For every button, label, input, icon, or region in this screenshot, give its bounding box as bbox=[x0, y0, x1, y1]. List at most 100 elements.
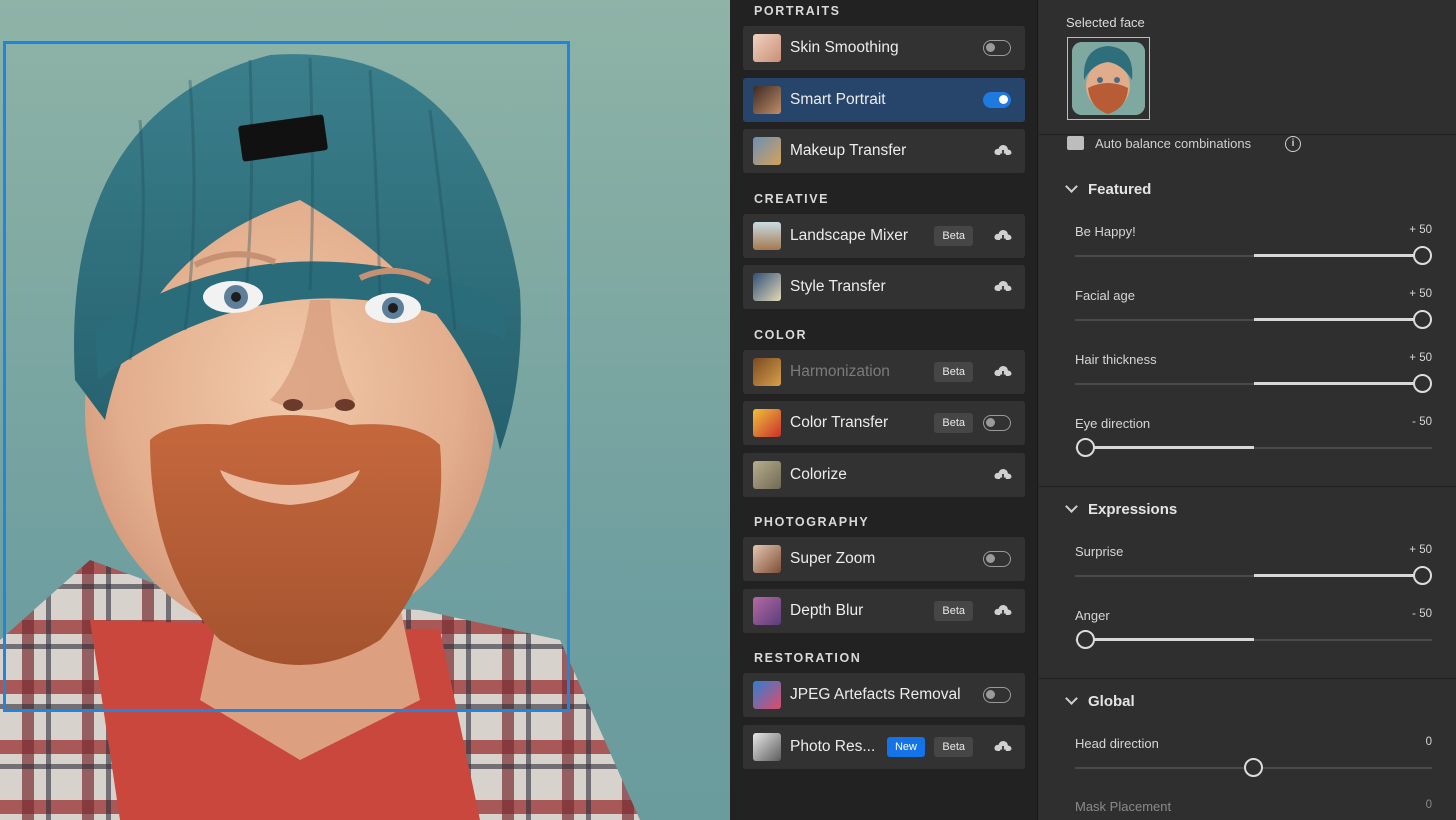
slider-head-direction[interactable]: Head direction 0 bbox=[1075, 736, 1432, 796]
filter-item-skin-smoothing[interactable]: Skin Smoothing bbox=[743, 26, 1025, 70]
filter-label: Depth Blur bbox=[790, 601, 864, 619]
section-title-portraits: PORTRAITS bbox=[754, 4, 841, 18]
filter-item-photo-res[interactable]: Photo Res... Beta New bbox=[743, 724, 1025, 769]
harmonization-thumbnail bbox=[753, 357, 781, 386]
group-title: Expressions bbox=[1088, 501, 1178, 518]
filter-label: Landscape Mixer bbox=[790, 226, 909, 244]
filter-item-style-transfer[interactable]: Style Transfer bbox=[743, 265, 1025, 309]
filter-label: Color Transfer bbox=[790, 414, 889, 431]
info-icon[interactable]: i bbox=[1285, 136, 1301, 152]
filter-item-landscape-mixer[interactable]: Landscape Mixer Beta bbox=[743, 213, 1025, 258]
slider-knob[interactable] bbox=[1412, 374, 1432, 393]
chevron-down-icon bbox=[1065, 692, 1078, 705]
filter-label: Colorize bbox=[790, 465, 847, 483]
slider-anger[interactable]: Anger - 50 bbox=[1075, 608, 1432, 668]
slider-surprise[interactable]: Surprise + 50 bbox=[1075, 544, 1432, 604]
slider-hair-thickness[interactable]: Hair thickness + 50 bbox=[1075, 352, 1432, 412]
filter-toggle[interactable] bbox=[983, 91, 1011, 108]
slider-fill bbox=[1085, 638, 1254, 641]
filter-label: Harmonization bbox=[790, 362, 890, 380]
face-thumbnail-image bbox=[1072, 42, 1145, 115]
slider-knob[interactable] bbox=[1412, 246, 1432, 265]
new-badge: New bbox=[886, 736, 925, 757]
filter-item-jpeg-artefacts-removal[interactable]: JPEG Artefacts Removal bbox=[743, 673, 1025, 717]
filter-label: Super Zoom bbox=[790, 550, 876, 567]
mask-placement-slider[interactable]: Mask Placement 0 bbox=[1075, 799, 1432, 814]
cloud-download-icon[interactable] bbox=[993, 362, 1013, 382]
beta-badge: Beta bbox=[934, 225, 973, 246]
group-header-expressions[interactable]: Expressions bbox=[1065, 500, 1178, 518]
slider-label: Anger bbox=[1075, 608, 1110, 623]
slider-be-happy[interactable]: Be Happy! + 50 bbox=[1075, 224, 1432, 284]
auto-balance-checkbox[interactable] bbox=[1067, 136, 1084, 150]
colorize-thumbnail bbox=[753, 460, 781, 489]
slider-knob[interactable] bbox=[1244, 758, 1263, 777]
chevron-down-icon bbox=[1065, 180, 1078, 193]
beta-badge: Beta bbox=[934, 361, 973, 382]
slider-fill bbox=[1085, 446, 1254, 449]
section-title-photography: PHOTOGRAPHY bbox=[754, 515, 870, 529]
filter-toggle[interactable] bbox=[983, 415, 1011, 431]
face-detection-box[interactable] bbox=[3, 41, 570, 712]
filter-item-smart-portrait[interactable]: Smart Portrait bbox=[743, 77, 1025, 122]
slider-knob[interactable] bbox=[1412, 310, 1432, 329]
group-header-featured[interactable]: Featured bbox=[1065, 180, 1151, 198]
slider-knob[interactable] bbox=[1075, 438, 1095, 457]
filter-item-colorize[interactable]: Colorize bbox=[743, 452, 1025, 497]
filter-toggle[interactable] bbox=[983, 40, 1011, 56]
slider-value: + 50 bbox=[1409, 544, 1432, 556]
group-title: Global bbox=[1088, 693, 1135, 710]
section-title-color: COLOR bbox=[754, 327, 808, 342]
slider-knob[interactable] bbox=[1075, 630, 1095, 649]
filter-item-makeup-transfer[interactable]: Makeup Transfer bbox=[743, 129, 1025, 173]
depth-blur-thumbnail bbox=[753, 596, 781, 625]
landscape-mixer-thumbnail bbox=[753, 221, 781, 250]
slider-eye-direction[interactable]: Eye direction - 50 bbox=[1075, 416, 1432, 476]
filter-item-super-zoom[interactable]: Super Zoom bbox=[743, 537, 1025, 581]
jpeg-artefacts-thumbnail bbox=[753, 681, 781, 709]
section-divider bbox=[1039, 678, 1456, 679]
selected-face-thumbnail[interactable] bbox=[1067, 37, 1150, 120]
slider-label: Hair thickness bbox=[1075, 352, 1157, 367]
slider-label: Facial age bbox=[1075, 288, 1135, 303]
smart-portrait-thumbnail bbox=[753, 85, 781, 114]
cloud-download-icon[interactable] bbox=[993, 737, 1013, 757]
filter-label: Style Transfer bbox=[790, 278, 886, 295]
cloud-download-icon[interactable] bbox=[993, 465, 1013, 485]
filter-label: Smart Portrait bbox=[790, 90, 886, 108]
super-zoom-thumbnail bbox=[753, 545, 781, 573]
slider-facial-age[interactable]: Facial age + 50 bbox=[1075, 288, 1432, 348]
photo-canvas[interactable] bbox=[0, 0, 730, 820]
neural-filters-list: PORTRAITS Skin Smoothing Smart Portrait Mak… bbox=[730, 0, 1038, 820]
cloud-download-icon[interactable] bbox=[993, 601, 1013, 621]
cloud-download-icon[interactable] bbox=[993, 141, 1013, 161]
filter-item-harmonization[interactable]: Harmonization Beta bbox=[743, 349, 1025, 394]
selected-face-label: Selected face bbox=[1066, 15, 1145, 30]
mask-placement-value: 0 bbox=[1425, 799, 1432, 811]
photo-restoration-thumbnail bbox=[753, 732, 781, 761]
slider-label: Be Happy! bbox=[1075, 224, 1136, 239]
selected-face-section: Selected face bbox=[1039, 0, 1456, 135]
slider-fill bbox=[1253, 254, 1422, 257]
beta-badge: Beta bbox=[934, 600, 973, 621]
filter-toggle[interactable] bbox=[983, 687, 1011, 703]
cloud-download-icon[interactable] bbox=[993, 226, 1013, 246]
filter-toggle[interactable] bbox=[983, 551, 1011, 567]
slider-value: - 50 bbox=[1412, 416, 1432, 428]
filter-item-color-transfer[interactable]: Color Transfer Beta bbox=[743, 401, 1025, 445]
chevron-down-icon bbox=[1065, 500, 1078, 513]
slider-fill bbox=[1253, 382, 1422, 385]
auto-balance-label: Auto balance combinations bbox=[1095, 136, 1252, 151]
group-header-global[interactable]: Global bbox=[1065, 692, 1135, 710]
filter-label: Makeup Transfer bbox=[790, 142, 907, 159]
mask-placement-label: Mask Placement bbox=[1075, 799, 1172, 814]
cloud-download-icon[interactable] bbox=[993, 277, 1013, 297]
skin-smoothing-thumbnail bbox=[753, 34, 781, 62]
slider-value: + 50 bbox=[1409, 288, 1432, 300]
filter-label: Photo Res... bbox=[790, 737, 876, 755]
slider-knob[interactable] bbox=[1412, 566, 1432, 585]
section-title-creative: CREATIVE bbox=[754, 191, 830, 206]
makeup-transfer-thumbnail bbox=[753, 137, 781, 165]
filter-item-depth-blur[interactable]: Depth Blur Beta bbox=[743, 588, 1025, 633]
slider-value: 0 bbox=[1425, 736, 1432, 748]
